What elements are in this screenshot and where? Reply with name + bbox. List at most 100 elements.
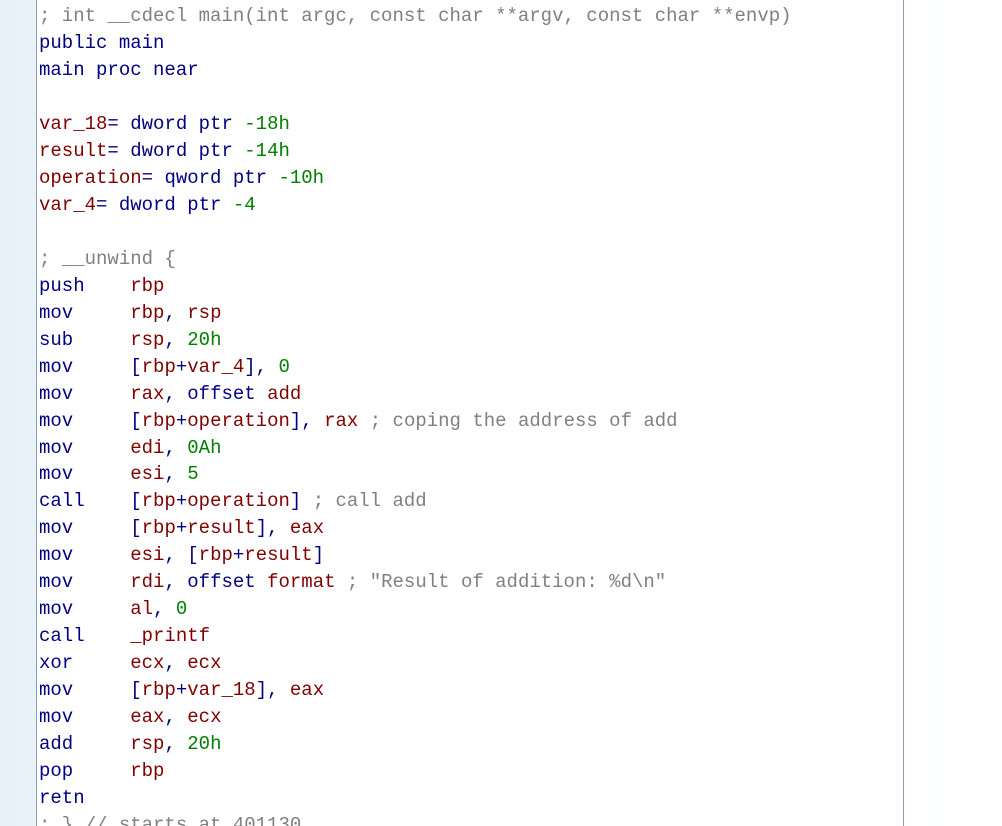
code-token — [153, 167, 164, 189]
code-line[interactable]: add rsp, 20h — [39, 731, 899, 758]
code-token: rbp — [142, 517, 176, 539]
code-token — [233, 113, 244, 135]
code-token: eax — [130, 706, 164, 728]
code-line[interactable] — [39, 219, 899, 246]
code-token: rsp — [130, 329, 164, 351]
code-token: + — [176, 410, 187, 432]
code-line[interactable]: call _printf — [39, 623, 899, 650]
code-token — [301, 490, 312, 512]
code-line[interactable]: mov al, 0 — [39, 596, 899, 623]
code-token: ; } // starts at 401130 — [39, 814, 301, 826]
code-token — [85, 490, 131, 512]
code-token: 5 — [187, 463, 198, 485]
code-token — [267, 356, 278, 378]
code-token: , — [164, 437, 175, 459]
code-line[interactable]: sub rsp, 20h — [39, 327, 899, 354]
code-token: , — [153, 598, 164, 620]
code-token: mov — [39, 463, 73, 485]
code-line[interactable]: mov esi, [rbp+result] — [39, 542, 899, 569]
code-line[interactable]: mov [rbp+operation], rax ; coping the ad… — [39, 408, 899, 435]
code-token: mov — [39, 437, 73, 459]
code-line[interactable]: main proc near — [39, 57, 899, 84]
code-token: var_18 — [39, 113, 107, 135]
code-line[interactable]: mov rbp, rsp — [39, 300, 899, 327]
code-token: , — [164, 733, 175, 755]
code-token — [267, 167, 278, 189]
code-token — [176, 437, 187, 459]
disassembly-view[interactable]: ; int __cdecl main(int argc, const char … — [36, 0, 904, 826]
code-token — [107, 194, 118, 216]
code-token: + — [176, 490, 187, 512]
code-token: = — [142, 167, 153, 189]
code-token: eax — [290, 679, 324, 701]
code-token: format — [267, 571, 335, 593]
code-token — [85, 275, 131, 297]
code-line[interactable]: ; __unwind { — [39, 246, 899, 273]
code-line[interactable]: ; } // starts at 401130 — [39, 812, 899, 826]
code-token: ecx — [187, 706, 221, 728]
code-token: rbp — [130, 275, 164, 297]
code-token: sub — [39, 329, 73, 351]
code-line[interactable]: var_4= dword ptr -4 — [39, 192, 899, 219]
code-token: 20h — [187, 329, 221, 351]
code-token: = — [96, 194, 107, 216]
code-line[interactable]: result= dword ptr -14h — [39, 138, 899, 165]
code-token — [256, 383, 267, 405]
code-token — [73, 356, 130, 378]
code-line[interactable] — [39, 84, 899, 111]
code-line[interactable]: push rbp — [39, 273, 899, 300]
code-line[interactable]: xor ecx, ecx — [39, 650, 899, 677]
code-token: rsp — [187, 302, 221, 324]
code-line[interactable]: mov edi, 0Ah — [39, 435, 899, 462]
code-token — [279, 679, 290, 701]
code-token: edi — [130, 437, 164, 459]
code-line[interactable]: var_18= dword ptr -18h — [39, 111, 899, 138]
code-token: 0 — [176, 598, 187, 620]
code-token: _printf — [130, 625, 210, 647]
code-token: call — [39, 490, 85, 512]
code-token: rbp — [142, 410, 176, 432]
code-token: = — [107, 113, 118, 135]
code-token: rsp — [130, 733, 164, 755]
code-line[interactable]: mov esi, 5 — [39, 461, 899, 488]
code-token — [176, 302, 187, 324]
code-line[interactable]: ; int __cdecl main(int argc, const char … — [39, 3, 899, 30]
code-token: + — [176, 679, 187, 701]
code-token: operation — [187, 490, 290, 512]
code-token: result — [39, 140, 107, 162]
code-line[interactable]: mov [rbp+result], eax — [39, 515, 899, 542]
code-token: [ — [187, 544, 198, 566]
code-token: add — [267, 383, 301, 405]
code-token: mov — [39, 517, 73, 539]
code-token — [176, 733, 187, 755]
code-line[interactable]: public main — [39, 30, 899, 57]
code-token: mov — [39, 706, 73, 728]
code-token: pop — [39, 760, 73, 782]
code-token — [73, 733, 130, 755]
code-token — [73, 760, 130, 782]
code-line[interactable]: mov rax, offset add — [39, 381, 899, 408]
code-token — [73, 437, 130, 459]
code-token: xor — [39, 652, 73, 674]
code-token — [176, 652, 187, 674]
code-token — [73, 329, 130, 351]
code-token: eax — [290, 517, 324, 539]
code-line[interactable]: operation= qword ptr -10h — [39, 165, 899, 192]
code-line[interactable]: mov [rbp+var_4], 0 — [39, 354, 899, 381]
code-token: offset — [187, 571, 255, 593]
code-token: operation — [187, 410, 290, 432]
code-line[interactable]: mov [rbp+var_18], eax — [39, 677, 899, 704]
code-token: rax — [324, 410, 358, 432]
code-token: esi — [130, 544, 164, 566]
code-line[interactable]: pop rbp — [39, 758, 899, 785]
code-line[interactable]: mov rdi, offset format ; "Result of addi… — [39, 569, 899, 596]
code-token: ; coping the address of add — [370, 410, 678, 432]
code-line[interactable]: call [rbp+operation] ; call add — [39, 488, 899, 515]
code-line[interactable]: retn — [39, 785, 899, 812]
code-token: esi — [130, 463, 164, 485]
code-token: rbp — [142, 679, 176, 701]
code-token: call — [39, 625, 85, 647]
code-token: dword ptr — [119, 194, 222, 216]
code-token: ], — [256, 517, 279, 539]
code-line[interactable]: mov eax, ecx — [39, 704, 899, 731]
